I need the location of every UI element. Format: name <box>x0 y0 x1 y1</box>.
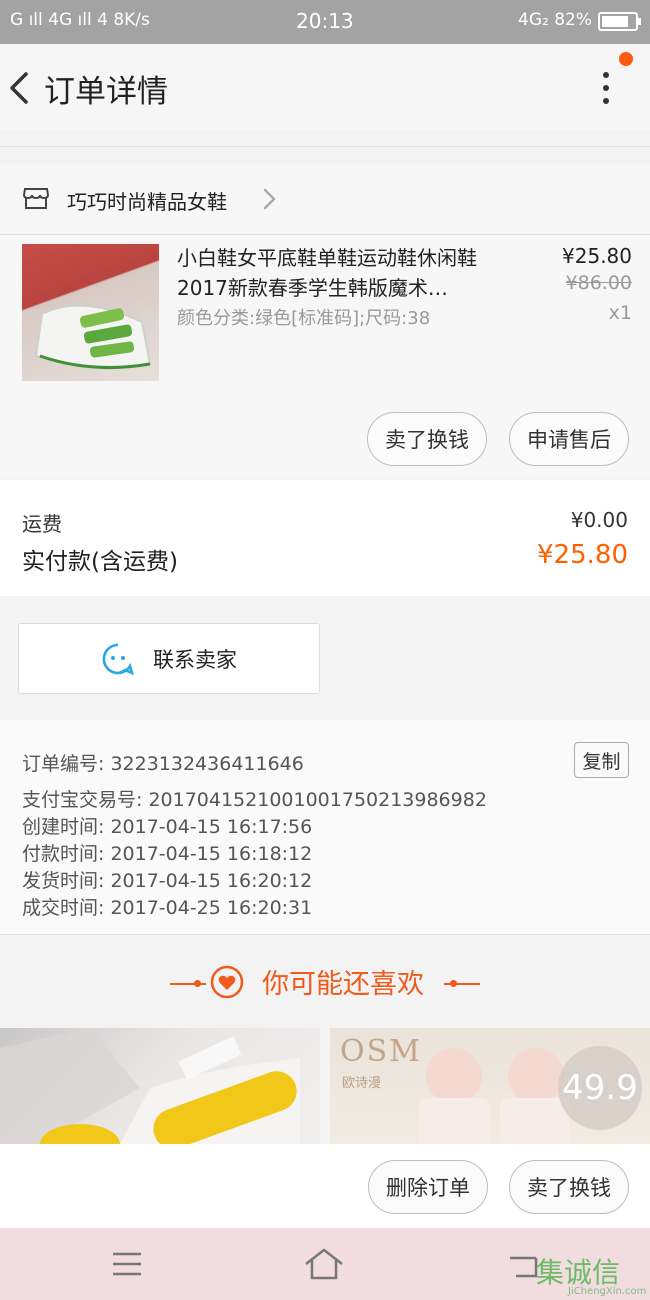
chat-icon <box>102 643 135 675</box>
paid-value: ¥25.80 <box>537 540 628 570</box>
watermark-url: JiChengXin.com <box>568 1286 647 1297</box>
product-image[interactable] <box>22 244 159 381</box>
status-battery-text: 4G₂ 82% <box>518 10 592 30</box>
contact-seller-label: 联系卖家 <box>153 647 237 672</box>
decor-line <box>444 983 480 985</box>
recommend-price: 49.9 <box>558 1046 642 1130</box>
closed-time: 成交时间: 2017-04-25 16:20:31 <box>22 897 313 919</box>
delete-order-button[interactable]: 删除订单 <box>368 1160 488 1214</box>
notification-dot <box>619 52 633 66</box>
divider <box>0 234 650 235</box>
home-icon[interactable] <box>304 1246 344 1282</box>
store-name[interactable]: 巧巧时尚精品女鞋 <box>67 186 227 215</box>
divider <box>0 934 650 935</box>
back-arrow-icon[interactable] <box>6 66 36 110</box>
more-menu-icon[interactable] <box>594 68 618 108</box>
product-sku: 颜色分类:绿色[标准码];尺码:38 <box>177 308 431 329</box>
alipay-number: 支付宝交易号: 2017041521001001750213986982 <box>22 789 487 811</box>
page-title: 订单详情 <box>44 74 168 110</box>
status-signal-info: G ıll 4G ıll 4 8K/s <box>10 10 150 30</box>
sell-button-bottom[interactable]: 卖了换钱 <box>509 1160 629 1214</box>
created-time: 创建时间: 2017-04-15 16:17:56 <box>22 816 313 838</box>
store-icon <box>22 188 50 209</box>
status-time: 20:13 <box>296 9 354 33</box>
paid-time: 付款时间: 2017-04-15 16:18:12 <box>22 843 313 865</box>
copy-button[interactable]: 复制 <box>574 742 629 778</box>
product-name[interactable]: 小白鞋女平底鞋单鞋运动鞋休闲鞋2017新款春季学生韩版魔术… <box>177 243 492 303</box>
fee-section <box>0 480 650 596</box>
status-bar: G ıll 4G ıll 4 8K/s 20:13 4G₂ 82% <box>0 0 650 44</box>
divider <box>0 146 650 147</box>
product-price: ¥25.80 <box>562 244 632 268</box>
order-number: 订单编号: 3223132436411646 <box>22 753 304 775</box>
recommend-title: 你可能还喜欢 <box>262 969 424 1000</box>
shipped-time: 发货时间: 2017-04-15 16:20:12 <box>22 870 313 892</box>
product-original-price: ¥86.00 <box>565 272 632 294</box>
recommend-item[interactable]: OSM 欧诗漫 49.9 <box>330 1028 650 1144</box>
sell-button[interactable]: 卖了换钱 <box>367 412 487 466</box>
battery-icon <box>598 12 641 31</box>
contact-seller-button[interactable]: 联系卖家 <box>18 623 320 694</box>
shipping-label: 运费 <box>22 512 62 536</box>
menu-icon[interactable] <box>107 1246 147 1282</box>
paid-label: 实付款(含运费) <box>22 549 178 575</box>
after-sale-button[interactable]: 申请售后 <box>509 412 629 466</box>
shipping-value: ¥0.00 <box>570 508 628 532</box>
recommend-brand-sub: 欧诗漫 <box>342 1076 382 1091</box>
watermark-logo: 集诚信 <box>536 1256 621 1289</box>
product-quantity: x1 <box>608 302 632 324</box>
recommend-item[interactable] <box>0 1028 320 1144</box>
chevron-right-icon[interactable] <box>260 186 278 212</box>
